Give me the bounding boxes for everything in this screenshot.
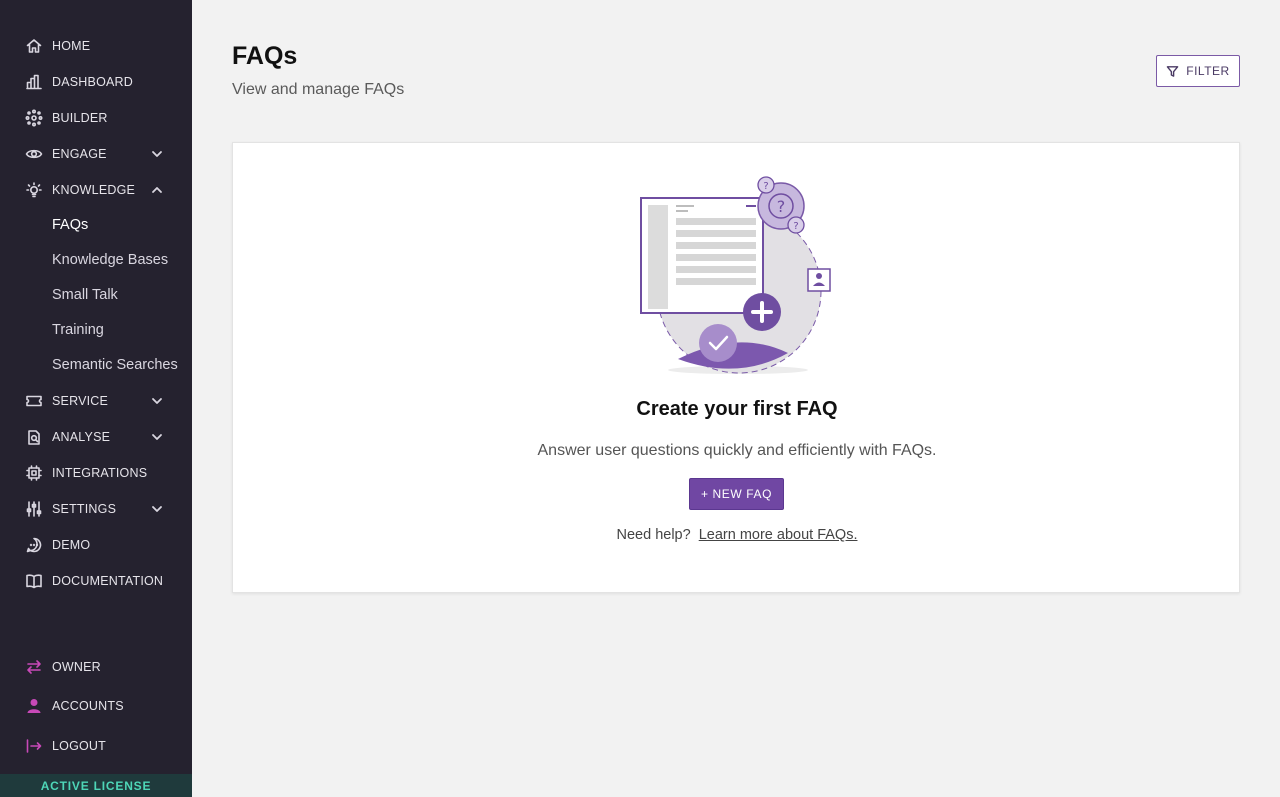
ticket-icon <box>24 392 43 411</box>
sidebar-item-label: ENGAGE <box>52 147 107 161</box>
svg-text:?: ? <box>777 197 786 216</box>
license-status: ACTIVE LICENSE <box>0 774 192 797</box>
filter-button[interactable]: FILTER <box>1156 55 1240 87</box>
sidebar-item-builder[interactable]: BUILDER <box>0 103 192 133</box>
sidebar-item-label: DASHBOARD <box>52 75 133 89</box>
sidebar-item-label: SERVICE <box>52 394 109 408</box>
book-icon <box>24 572 43 591</box>
lightbulb-icon <box>24 181 43 200</box>
page-title: FAQs <box>232 42 298 70</box>
sidebar-item-integrations[interactable]: INTEGRATIONS <box>0 458 192 488</box>
svg-text:?: ? <box>793 221 798 232</box>
sidebar-item-label: DOCUMENTATION <box>52 574 164 588</box>
chart-bars-icon <box>24 73 43 92</box>
logout-icon <box>24 737 43 756</box>
filter-button-label: FILTER <box>1186 64 1230 78</box>
sidebar-item-analyse[interactable]: ANALYSE <box>0 422 192 452</box>
sidebar-item-label: LOGOUT <box>52 739 106 753</box>
sidebar-item-home[interactable]: HOME <box>0 31 192 61</box>
new-faq-button[interactable]: + NEW FAQ <box>689 478 784 510</box>
sidebar-item-label: ACCOUNTS <box>52 699 124 713</box>
sidebar-item-label: SETTINGS <box>52 502 117 516</box>
sidebar-item-label: ANALYSE <box>52 430 111 444</box>
chip-icon <box>24 464 43 483</box>
chat-bubble-icon <box>24 536 43 555</box>
sidebar-item-demo[interactable]: DEMO <box>0 530 192 560</box>
page-subtitle: View and manage FAQs <box>232 81 405 98</box>
sliders-icon <box>24 500 43 519</box>
sidebar-subitem-training[interactable]: Training <box>52 322 104 338</box>
user-icon <box>24 697 43 716</box>
learn-more-link[interactable]: Learn more about FAQs. <box>699 527 858 543</box>
chevron-down-icon[interactable] <box>150 502 164 516</box>
svg-text:?: ? <box>763 181 768 192</box>
sidebar-item-engage[interactable]: ENGAGE <box>0 139 192 169</box>
chevron-down-icon[interactable] <box>150 394 164 408</box>
sidebar-item-label: KNOWLEDGE <box>52 183 136 197</box>
swap-arrows-icon <box>24 658 43 677</box>
eye-icon <box>24 145 43 164</box>
sidebar-item-documentation[interactable]: DOCUMENTATION <box>0 566 192 596</box>
sidebar-item-label: BUILDER <box>52 111 108 125</box>
filter-icon <box>1166 65 1179 77</box>
help-line: Need help? Learn more about FAQs. <box>233 527 1241 543</box>
empty-state-description: Answer user questions quickly and effici… <box>537 442 937 459</box>
sidebar-subitem-knowledge-bases[interactable]: Knowledge Bases <box>52 252 168 268</box>
sidebar-item-accounts[interactable]: ACCOUNTS <box>0 691 192 721</box>
chevron-up-icon[interactable] <box>150 183 164 197</box>
sidebar-item-label: HOME <box>52 39 91 53</box>
sidebar-item-service[interactable]: SERVICE <box>0 386 192 416</box>
sidebar-item-label: DEMO <box>52 538 91 552</box>
sidebar-item-dashboard[interactable]: DASHBOARD <box>0 67 192 97</box>
help-text: Need help? <box>616 527 691 543</box>
chevron-down-icon[interactable] <box>150 147 164 161</box>
empty-state-card: ? ? ? Create your first FAQ Answer user … <box>232 142 1240 593</box>
sidebar-subitem-small-talk[interactable]: Small Talk <box>52 287 118 303</box>
sidebar-item-knowledge[interactable]: KNOWLEDGE <box>0 175 192 205</box>
home-icon <box>24 37 43 56</box>
chevron-down-icon[interactable] <box>150 430 164 444</box>
sidebar-item-owner[interactable]: OWNER <box>0 652 192 682</box>
sidebar-item-settings[interactable]: SETTINGS <box>0 494 192 524</box>
empty-state-title: Create your first FAQ <box>636 398 838 420</box>
sidebar-subitem-semantic-searches[interactable]: Semantic Searches <box>52 357 178 373</box>
builder-nodes-icon <box>24 109 43 128</box>
sidebar-subitem-faqs[interactable]: FAQs <box>52 217 88 233</box>
analyse-search-icon <box>24 428 43 447</box>
sidebar-item-logout[interactable]: LOGOUT <box>0 731 192 761</box>
sidebar: HOME DASHBOARD BUILDER ENGAGE KNOWLEDGE … <box>0 0 192 797</box>
sidebar-item-label: OWNER <box>52 660 101 674</box>
faq-illustration: ? ? ? <box>640 176 831 374</box>
sidebar-item-label: INTEGRATIONS <box>52 466 148 480</box>
